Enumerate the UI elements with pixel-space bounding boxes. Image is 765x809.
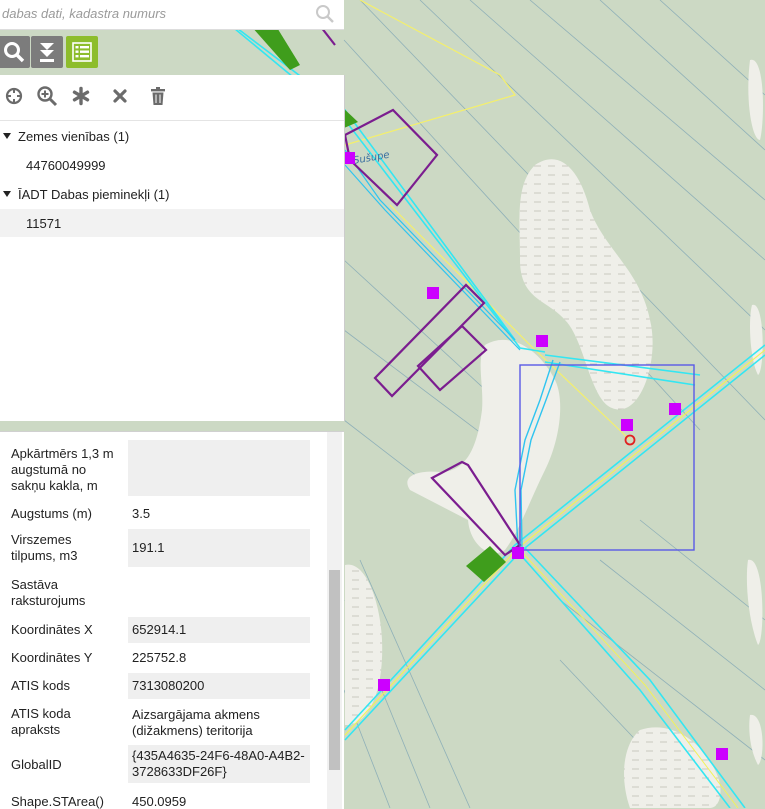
attribute-row: Apkārtmērs 1,3 m augstumā no sakņu kakla… — [0, 440, 326, 496]
download-icon — [40, 43, 54, 62]
attribute-value: 7313080200 — [128, 673, 310, 699]
attribute-key: Sastāva raksturojums — [11, 577, 86, 608]
attribute-row: ATIS kods 7313080200 — [0, 673, 326, 699]
attribute-value: Aizsargājama akmens (dižakmens) teritori… — [132, 707, 260, 738]
result-item-label: 44760049999 — [26, 157, 106, 173]
attribute-value — [128, 440, 310, 496]
trash-icon — [151, 87, 165, 105]
attribute-row: Koordinātes Y 225752.8 — [0, 646, 326, 670]
attribute-row: Shape.STArea() 450.0959 — [0, 790, 326, 809]
attribute-value — [128, 576, 310, 610]
attribute-row: ATIS koda apraksts Aizsargājama akmens (… — [0, 704, 326, 742]
results-group-label: ĪADT Dabas pieminekļi (1) — [18, 186, 170, 202]
search-icon[interactable] — [314, 3, 336, 25]
delete-button[interactable] — [147, 85, 169, 107]
results-group-dabas[interactable]: ĪADT Dabas pieminekļi (1) — [0, 183, 169, 205]
locate-button[interactable] — [3, 85, 25, 107]
results-group-zemes[interactable]: Zemes vienības (1) — [0, 125, 129, 147]
attribute-row: Koordinātes X 652914.1 — [0, 617, 326, 643]
zoom-to-button[interactable] — [36, 85, 58, 107]
close-icon — [113, 89, 127, 103]
attribute-key: Apkārtmērs 1,3 m augstumā no sakņu kakla… — [11, 446, 114, 493]
highlight-button[interactable] — [70, 85, 92, 107]
attribute-row: Virszemes tilpums, m3 191.1 — [0, 529, 326, 567]
attribute-row: Sastāva raksturojums — [0, 576, 326, 610]
attribute-row: GlobalID {435A4635-24F6-48A0-A4B2-372863… — [0, 745, 326, 783]
attribute-key: ATIS koda apraksts — [11, 706, 71, 737]
search-bar — [0, 0, 344, 30]
attribute-key: Koordinātes Y — [11, 650, 93, 665]
search-input[interactable] — [0, 0, 312, 27]
attribute-key: Virszemes tilpums, m3 — [11, 532, 78, 563]
results-group-label: Zemes vienības (1) — [18, 128, 130, 144]
attribute-details: Apkārtmērs 1,3 m augstumā no sakņu kakla… — [0, 431, 344, 809]
details-scrollbar-thumb[interactable] — [329, 570, 340, 770]
results-actions — [0, 75, 344, 117]
results-panel: Zemes vienības (1) 44760049999 ĪADT Daba… — [0, 75, 345, 421]
asterisk-icon — [72, 86, 90, 106]
attribute-value: {435A4635-24F6-48A0-A4B2-3728633DF26F} — [128, 745, 310, 783]
attribute-value: 652914.1 — [128, 617, 310, 643]
attribute-key: Koordinātes X — [11, 622, 93, 637]
list-icon — [72, 42, 92, 62]
attribute-key: Shape.STArea() — [11, 794, 104, 809]
attribute-value: 191.1 — [128, 529, 310, 567]
attribute-key: GlobalID — [11, 757, 62, 772]
result-item-label: 11571 — [26, 215, 62, 231]
attribute-key: ATIS kods — [11, 678, 71, 693]
result-item[interactable]: 44760049999 — [0, 151, 344, 179]
results-divider — [0, 120, 344, 121]
crosshair-icon — [5, 87, 23, 105]
side-panel: Zemes vienības (1) 44760049999 ĪADT Daba… — [0, 0, 345, 809]
zoom-in-icon — [37, 86, 58, 107]
attribute-value: 3.5 — [132, 506, 151, 521]
collapse-triangle-icon — [3, 133, 11, 139]
search-icon — [4, 42, 25, 63]
attribute-row: Augstums (m) 3.5 — [0, 502, 326, 526]
list-tool-button[interactable] — [66, 36, 98, 68]
search-tool-button[interactable] — [0, 36, 30, 68]
clear-selection-button[interactable] — [109, 85, 131, 107]
attribute-value: 225752.8 — [132, 650, 187, 665]
result-item-selected[interactable]: 11571 — [0, 209, 344, 237]
attribute-key: Augstums (m) — [11, 506, 92, 521]
download-tool-button[interactable] — [31, 36, 63, 68]
attribute-value: 450.0959 — [132, 794, 187, 809]
collapse-triangle-icon — [3, 191, 11, 197]
